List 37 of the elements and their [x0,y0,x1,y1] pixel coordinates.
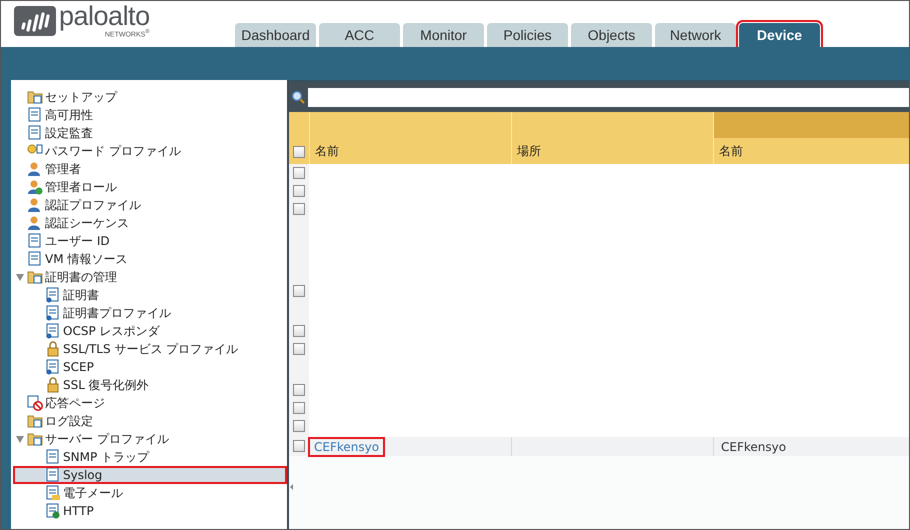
tree-item[interactable]: 管理者 [11,160,287,178]
tree-item[interactable]: Syslog [13,466,287,484]
tree-item[interactable]: VM 情報ソース [11,250,287,268]
tree-item[interactable]: セットアップ [11,88,287,106]
tree-item[interactable]: SSL/TLS サービス プロファイル [11,340,287,358]
tree-item[interactable]: 認証プロファイル [11,196,287,214]
nav-tab[interactable]: ACC [319,23,400,47]
tree-item[interactable]: パスワード プロファイル [11,142,287,160]
name-link[interactable]: CEFkensyo [310,438,384,454]
nav-tab[interactable]: Dashboard [235,23,316,47]
tree-item[interactable]: 証明書プロファイル [11,304,287,322]
nav-tab[interactable]: Network [655,23,736,47]
brand-name: paloalto [59,3,150,30]
tree-item[interactable]: 証明書 [11,286,287,304]
tree-item[interactable]: ログ設定 [11,412,287,430]
tree-item[interactable]: SCEP [11,358,287,376]
tree-item[interactable]: サーバー プロファイル [11,430,287,448]
tree-item[interactable]: 設定監査 [11,124,287,142]
column-header[interactable]: 名前 [310,143,511,160]
tree-item[interactable]: 電子メール [11,484,287,502]
column-header[interactable]: 場所 [512,143,713,160]
tree-item[interactable]: 証明書の管理 [11,268,287,286]
tree-item[interactable]: 認証シーケンス [11,214,287,232]
nav-tab[interactable]: Monitor [403,23,484,47]
tree-item[interactable]: ユーザー ID [11,232,287,250]
nav-tab[interactable]: Objects [571,23,652,47]
table-cell-text: CEFkensyo [720,440,786,454]
tree-item[interactable]: OCSP レスポンダ [11,322,287,340]
nav-tab[interactable]: Policies [487,23,568,47]
tree-item[interactable]: 管理者ロール [11,178,287,196]
tree-item[interactable]: 高可用性 [11,106,287,124]
tree-item[interactable]: 応答ページ [11,394,287,412]
tree-item[interactable]: SNMP トラップ [11,448,287,466]
tree-item[interactable]: HTTP [11,502,287,520]
column-header[interactable]: 名前 [714,143,909,160]
nav-tab[interactable]: Device [739,23,820,47]
tree-item[interactable]: SSL 復号化例外 [11,376,287,394]
